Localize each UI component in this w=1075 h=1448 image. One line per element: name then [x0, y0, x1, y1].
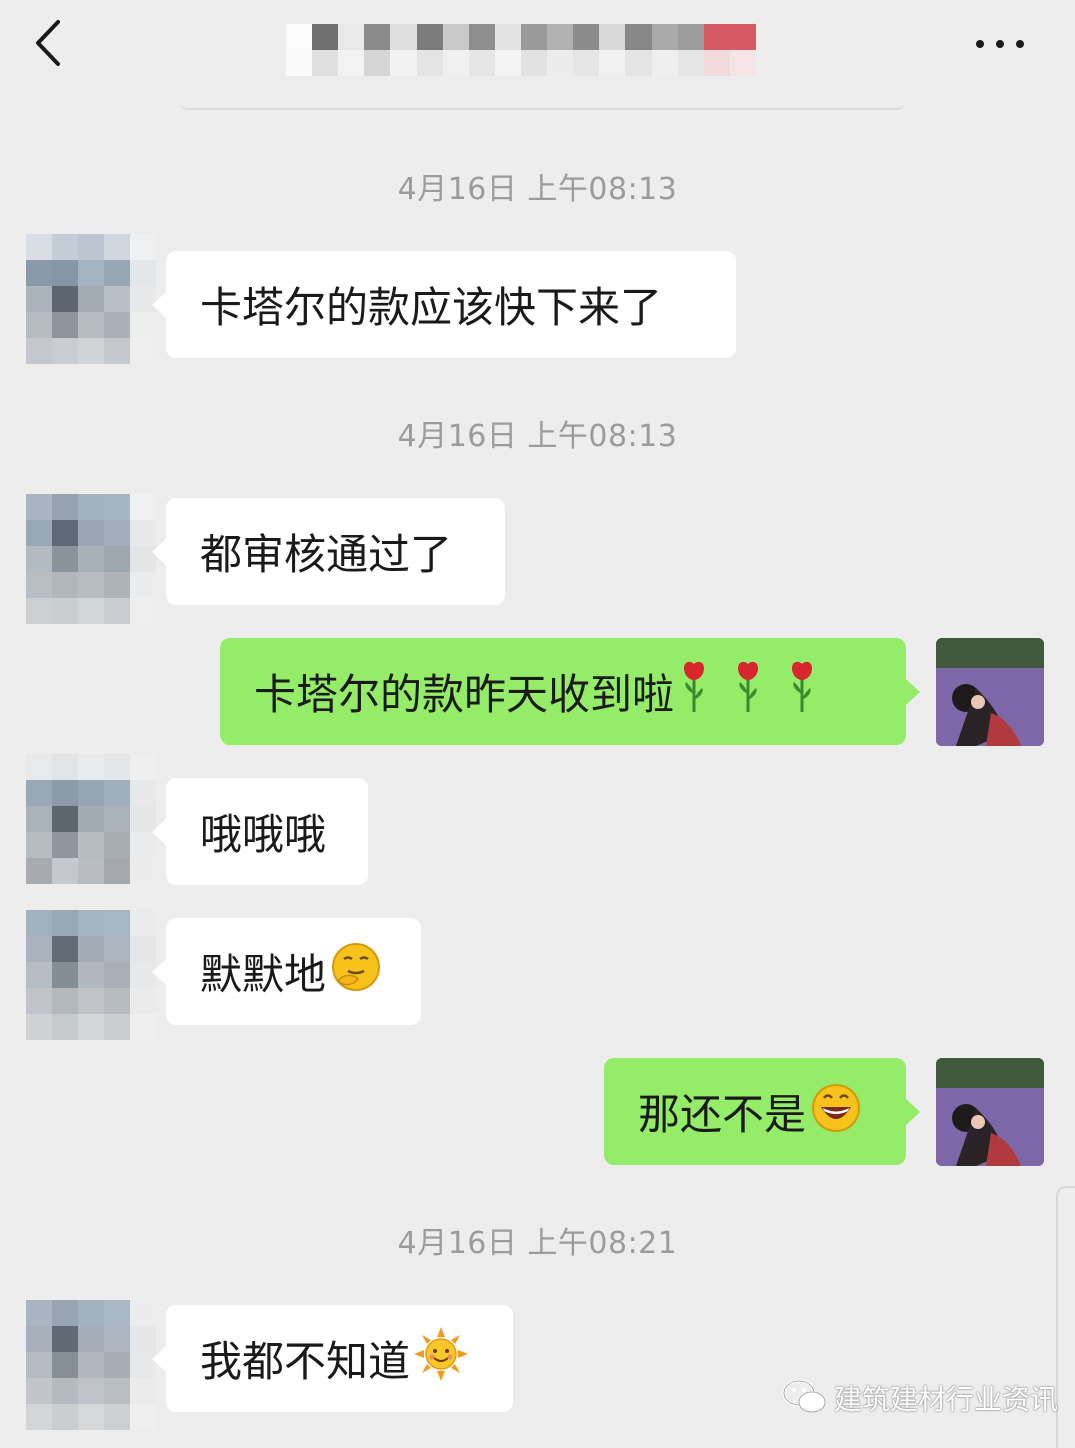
timestamp: 4月16日 上午08:13	[397, 419, 678, 454]
message-bubble-incoming[interactable]: 我都不知道	[152, 1305, 513, 1412]
message-bubble-outgoing[interactable]: 那还不是	[604, 1058, 920, 1165]
chat-title-blurred	[286, 24, 756, 76]
message-text: 卡塔尔的款应该快下来了	[200, 283, 663, 332]
my-avatar[interactable]	[936, 638, 1044, 746]
timestamp: 4月16日 上午08:13	[397, 172, 678, 207]
sun-face-emoji-icon	[414, 1326, 469, 1391]
wechat-icon	[782, 1379, 826, 1413]
scroll-indicator[interactable]	[1056, 1186, 1075, 1448]
message-bubble-outgoing[interactable]: 卡塔尔的款昨天收到啦	[220, 638, 920, 745]
thinking-face-emoji-icon	[330, 941, 382, 1003]
message-text: 都审核通过了	[200, 530, 453, 579]
message-text: 默默地	[200, 950, 327, 999]
pinned-bar-edge	[180, 100, 905, 110]
contact-avatar-blurred[interactable]	[26, 234, 156, 364]
message-text: 我都不知道	[200, 1337, 411, 1386]
message-bubble-incoming[interactable]: 默默地	[152, 918, 421, 1025]
rose-emoji-icon	[678, 660, 838, 724]
message-text: 哦哦哦	[200, 810, 327, 859]
contact-avatar-blurred[interactable]	[26, 910, 156, 1040]
message-text: 卡塔尔的款昨天收到啦	[254, 670, 675, 719]
back-button[interactable]	[28, 18, 76, 68]
contact-avatar-blurred[interactable]	[26, 494, 156, 624]
grinning-face-emoji-icon	[810, 1081, 862, 1143]
chevron-left-icon	[36, 20, 60, 66]
message-bubble-incoming[interactable]: 哦哦哦	[152, 778, 368, 885]
contact-avatar-blurred[interactable]	[26, 1300, 156, 1430]
timestamp: 4月16日 上午08:21	[397, 1226, 678, 1261]
message-bubble-incoming[interactable]: 都审核通过了	[152, 498, 505, 605]
watermark-text: 建筑建材行业资讯	[834, 1383, 1059, 1416]
more-dots-icon	[976, 40, 1024, 48]
more-button[interactable]	[968, 30, 1032, 58]
my-avatar[interactable]	[936, 1058, 1044, 1166]
message-text: 那还不是	[638, 1090, 807, 1139]
contact-avatar-blurred[interactable]	[26, 754, 156, 884]
message-bubble-incoming[interactable]: 卡塔尔的款应该快下来了	[152, 251, 736, 358]
watermark: 建筑建材行业资讯	[782, 1376, 1058, 1420]
